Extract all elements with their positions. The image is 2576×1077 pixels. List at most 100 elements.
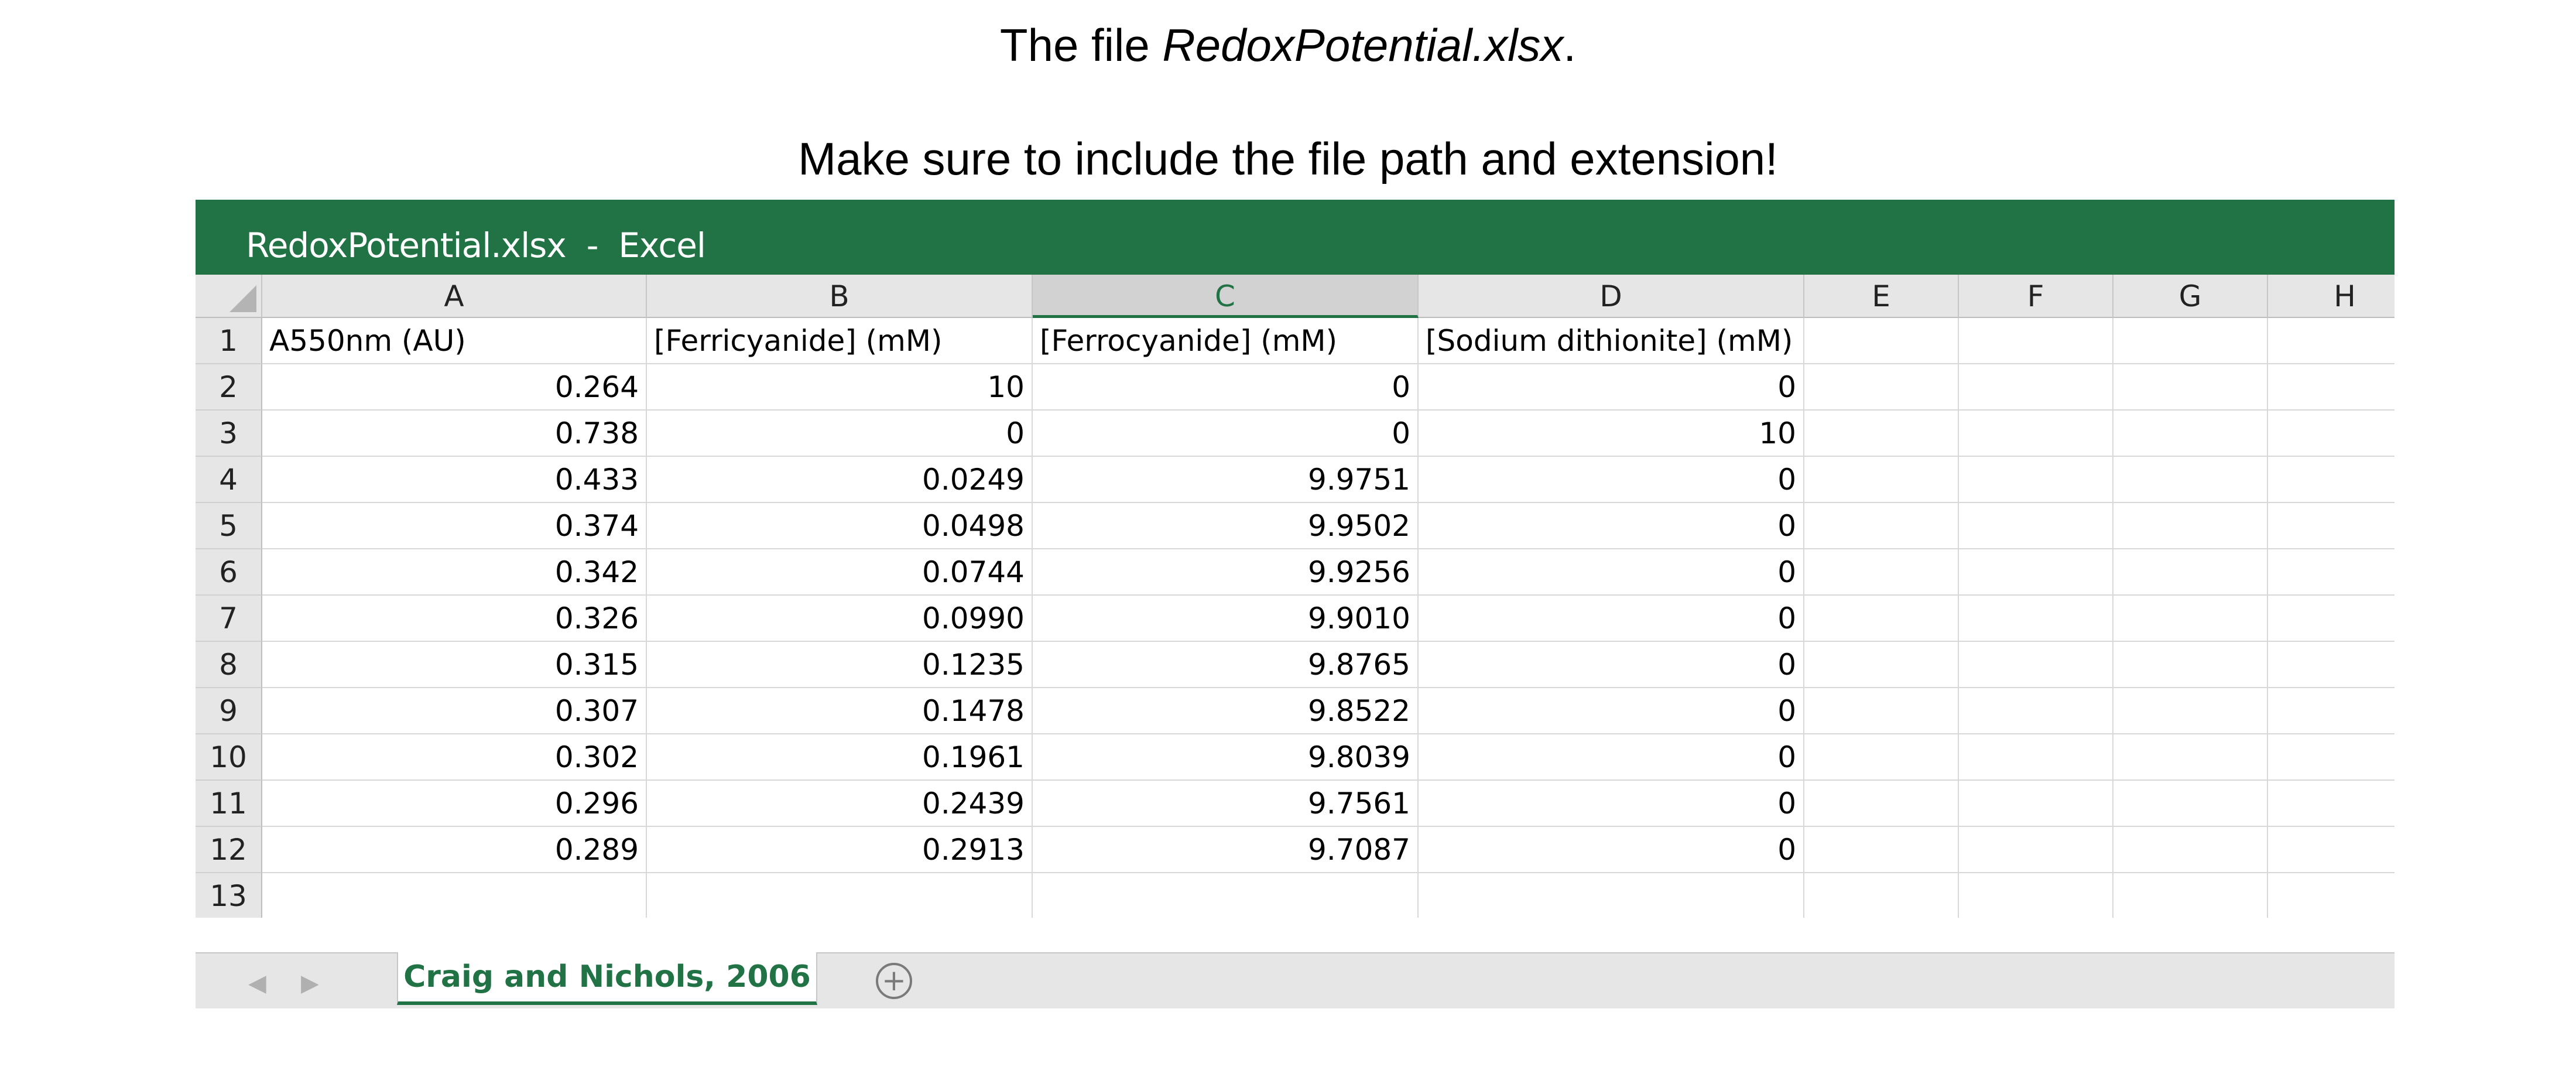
cell-e13[interactable]	[1804, 873, 1959, 918]
column-header-g[interactable]: G	[2113, 275, 2268, 318]
cell-d7[interactable]: 0	[1419, 596, 1804, 642]
cell-b3[interactable]: 0	[647, 411, 1033, 457]
cell-d1[interactable]: [Sodium dithionite] (mM)	[1419, 318, 1804, 364]
cell-d11[interactable]: 0	[1419, 781, 1804, 827]
chevron-right-icon[interactable]: ▶	[301, 970, 319, 997]
cell-h1[interactable]	[2268, 318, 2395, 364]
column-header-h[interactable]: H	[2268, 275, 2395, 318]
column-header-c[interactable]: C	[1033, 275, 1419, 318]
cell-b8[interactable]: 0.1235	[647, 642, 1033, 688]
cell-e4[interactable]	[1804, 457, 1959, 503]
cell-c5[interactable]: 9.9502	[1033, 503, 1419, 549]
cell-f11[interactable]	[1959, 781, 2113, 827]
cell-d9[interactable]: 0	[1419, 688, 1804, 734]
cell-g12[interactable]	[2113, 827, 2268, 873]
cell-c4[interactable]: 9.9751	[1033, 457, 1419, 503]
cell-e6[interactable]	[1804, 549, 1959, 596]
cell-e8[interactable]	[1804, 642, 1959, 688]
spreadsheet-grid[interactable]: A B C D E F G H 1 A550nm (AU) [Ferricyanide] (mM)[…	[196, 275, 2395, 918]
row-header-5[interactable]: 5	[196, 503, 262, 549]
column-header-d[interactable]: D	[1419, 275, 1804, 318]
cell-f4[interactable]	[1959, 457, 2113, 503]
cell-f9[interactable]	[1959, 688, 2113, 734]
row-header-6[interactable]: 6	[196, 549, 262, 596]
cell-b6[interactable]: 0.0744	[647, 549, 1033, 596]
cell-g5[interactable]	[2113, 503, 2268, 549]
cell-a7[interactable]: 0.326	[262, 596, 647, 642]
cell-b2[interactable]: 10	[647, 364, 1033, 411]
cell-b13[interactable]	[647, 873, 1033, 918]
cell-b5[interactable]: 0.0498	[647, 503, 1033, 549]
row-header-11[interactable]: 11	[196, 781, 262, 827]
cell-f12[interactable]	[1959, 827, 2113, 873]
row-header-3[interactable]: 3	[196, 411, 262, 457]
select-all-corner[interactable]	[196, 275, 262, 318]
cell-h10[interactable]	[2268, 734, 2395, 781]
cell-f5[interactable]	[1959, 503, 2113, 549]
cell-d2[interactable]: 0	[1419, 364, 1804, 411]
cell-a8[interactable]: 0.315	[262, 642, 647, 688]
cell-d3[interactable]: 10	[1419, 411, 1804, 457]
row-header-4[interactable]: 4	[196, 457, 262, 503]
column-header-a[interactable]: A	[262, 275, 647, 318]
cell-e1[interactable]	[1804, 318, 1959, 364]
cell-a9[interactable]: 0.307	[262, 688, 647, 734]
cell-c3[interactable]: 0	[1033, 411, 1419, 457]
cell-e9[interactable]	[1804, 688, 1959, 734]
cell-h4[interactable]	[2268, 457, 2395, 503]
cell-f7[interactable]	[1959, 596, 2113, 642]
row-header-2[interactable]: 2	[196, 364, 262, 411]
cell-a12[interactable]: 0.289	[262, 827, 647, 873]
cell-d5[interactable]: 0	[1419, 503, 1804, 549]
cell-b12[interactable]: 0.2913	[647, 827, 1033, 873]
column-header-b[interactable]: B	[647, 275, 1033, 318]
cell-c11[interactable]: 9.7561	[1033, 781, 1419, 827]
sheet-tab-active[interactable]: Craig and Nichols, 2006	[397, 952, 817, 1005]
cell-e11[interactable]	[1804, 781, 1959, 827]
cell-e12[interactable]	[1804, 827, 1959, 873]
cell-h7[interactable]	[2268, 596, 2395, 642]
row-header-7[interactable]: 7	[196, 596, 262, 642]
cell-f2[interactable]	[1959, 364, 2113, 411]
chevron-left-icon[interactable]: ◀	[248, 970, 266, 997]
cell-a11[interactable]: 0.296	[262, 781, 647, 827]
cell-g1[interactable]	[2113, 318, 2268, 364]
row-header-9[interactable]: 9	[196, 688, 262, 734]
cell-f10[interactable]	[1959, 734, 2113, 781]
cell-d12[interactable]: 0	[1419, 827, 1804, 873]
cell-g7[interactable]	[2113, 596, 2268, 642]
cell-h11[interactable]	[2268, 781, 2395, 827]
cell-h6[interactable]	[2268, 549, 2395, 596]
cell-a5[interactable]: 0.374	[262, 503, 647, 549]
row-header-10[interactable]: 10	[196, 734, 262, 781]
cell-d10[interactable]: 0	[1419, 734, 1804, 781]
cell-c9[interactable]: 9.8522	[1033, 688, 1419, 734]
cell-h12[interactable]	[2268, 827, 2395, 873]
cell-a2[interactable]: 0.264	[262, 364, 647, 411]
cell-g10[interactable]	[2113, 734, 2268, 781]
cell-h8[interactable]	[2268, 642, 2395, 688]
cell-b7[interactable]: 0.0990	[647, 596, 1033, 642]
cell-h3[interactable]	[2268, 411, 2395, 457]
cell-f1[interactable]	[1959, 318, 2113, 364]
column-header-e[interactable]: E	[1804, 275, 1959, 318]
cell-f6[interactable]	[1959, 549, 2113, 596]
cell-d6[interactable]: 0	[1419, 549, 1804, 596]
cell-g2[interactable]	[2113, 364, 2268, 411]
cell-d4[interactable]: 0	[1419, 457, 1804, 503]
cell-h13[interactable]	[2268, 873, 2395, 918]
cell-c13[interactable]	[1033, 873, 1419, 918]
cell-f13[interactable]	[1959, 873, 2113, 918]
column-header-f[interactable]: F	[1959, 275, 2113, 318]
cell-b1[interactable]: [Ferricyanide] (mM)	[647, 318, 1033, 364]
cell-b4[interactable]: 0.0249	[647, 457, 1033, 503]
cell-e2[interactable]	[1804, 364, 1959, 411]
cell-c12[interactable]: 9.7087	[1033, 827, 1419, 873]
cell-a10[interactable]: 0.302	[262, 734, 647, 781]
cell-e10[interactable]	[1804, 734, 1959, 781]
cell-f3[interactable]	[1959, 411, 2113, 457]
cell-e3[interactable]	[1804, 411, 1959, 457]
cell-a1[interactable]: A550nm (AU)	[262, 318, 647, 364]
cell-g11[interactable]	[2113, 781, 2268, 827]
cell-c2[interactable]: 0	[1033, 364, 1419, 411]
